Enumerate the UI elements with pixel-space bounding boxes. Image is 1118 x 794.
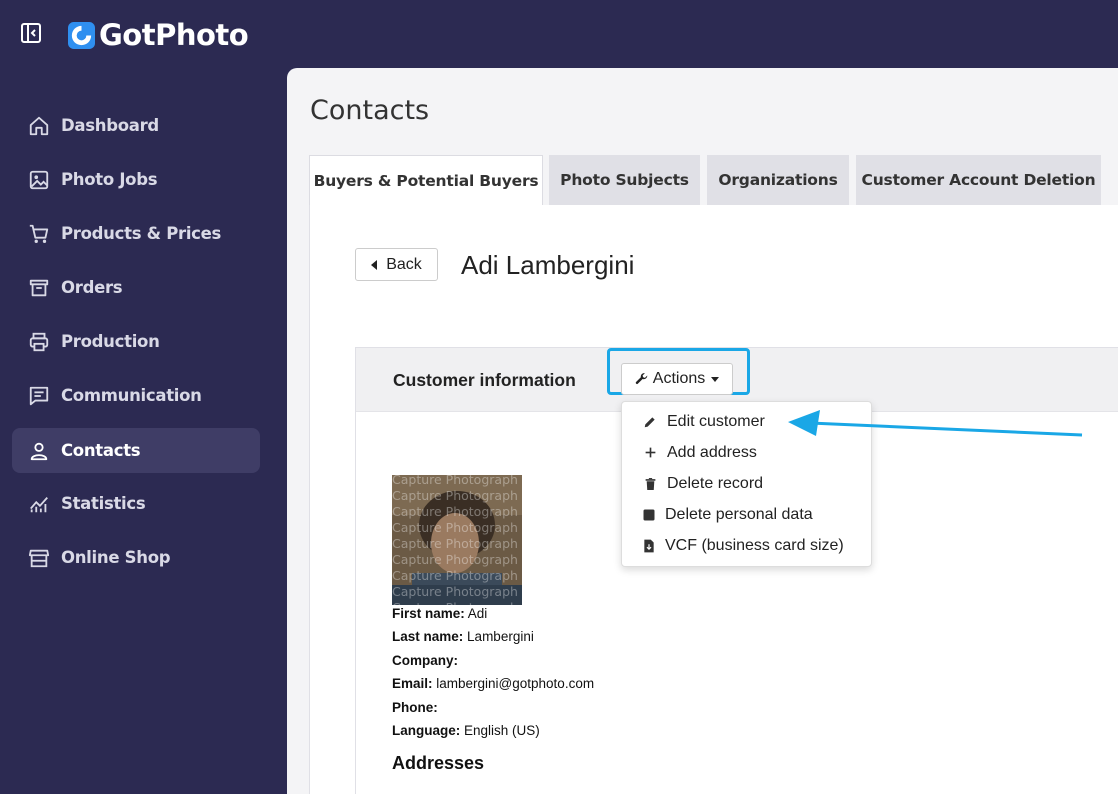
file-download-icon bbox=[641, 538, 657, 554]
page-title: Contacts bbox=[310, 95, 430, 126]
gotphoto-logo[interactable]: GotPhoto bbox=[68, 18, 249, 52]
field-label: Last name: bbox=[392, 629, 464, 644]
sidebar-item-orders[interactable]: Orders bbox=[12, 265, 260, 310]
chart-icon bbox=[27, 492, 51, 516]
logo-mark-icon bbox=[68, 21, 95, 49]
menu-item-delete-personal-data[interactable]: Delete personal data bbox=[622, 499, 871, 530]
sidebar-item-label: Statistics bbox=[61, 494, 146, 513]
store-icon bbox=[27, 546, 51, 570]
menu-item-label: Delete personal data bbox=[665, 505, 813, 523]
sidebar-item-label: Products & Prices bbox=[61, 224, 222, 243]
sidebar-item-label: Production bbox=[61, 332, 160, 351]
customer-photo: Capture Photograph Capture Photograph Ca… bbox=[392, 475, 522, 605]
sidebar-item-online-shop[interactable]: Online Shop bbox=[12, 535, 260, 580]
field-company: Company: bbox=[392, 653, 458, 668]
wrench-icon bbox=[635, 372, 649, 386]
printer-icon bbox=[27, 330, 51, 354]
tab-buyers[interactable]: Buyers & Potential Buyers bbox=[309, 155, 543, 206]
field-value: Adi bbox=[467, 606, 488, 621]
plus-icon bbox=[642, 445, 658, 461]
home-icon bbox=[27, 114, 51, 138]
sidebar-item-products-prices[interactable]: Products & Prices bbox=[12, 211, 260, 256]
field-phone: Phone: bbox=[392, 700, 438, 715]
addresses-heading: Addresses bbox=[392, 753, 485, 773]
sidebar-item-label: Photo Jobs bbox=[61, 170, 158, 189]
customer-name: Adi Lambergini bbox=[461, 250, 635, 280]
menu-item-label: Delete record bbox=[667, 474, 764, 492]
back-button[interactable]: Back bbox=[355, 248, 438, 281]
image-icon bbox=[27, 168, 51, 192]
caret-down-icon bbox=[711, 376, 720, 382]
actions-button-label: Actions bbox=[652, 370, 706, 387]
message-icon bbox=[27, 384, 51, 408]
annotation-arrow-icon bbox=[788, 410, 1083, 437]
field-language: Language: English (US) bbox=[392, 723, 540, 738]
caret-left-icon bbox=[371, 259, 378, 270]
sidebar-item-label: Dashboard bbox=[61, 116, 159, 135]
box-icon bbox=[27, 276, 51, 300]
back-button-label: Back bbox=[386, 255, 422, 273]
field-label: Email: bbox=[392, 676, 433, 691]
tab-organizations[interactable]: Organizations bbox=[707, 155, 849, 205]
cart-icon bbox=[27, 222, 51, 246]
sidebar-collapse-icon[interactable] bbox=[20, 22, 42, 44]
sidebar-item-communication[interactable]: Communication bbox=[12, 373, 260, 418]
trash-icon bbox=[642, 476, 658, 492]
field-first-name: First name: Adi bbox=[392, 606, 487, 621]
sidebar-item-label: Contacts bbox=[61, 441, 141, 460]
field-value: English (US) bbox=[464, 723, 540, 738]
menu-item-vcf[interactable]: VCF (business card size) bbox=[622, 530, 871, 561]
sidebar-item-dashboard[interactable]: Dashboard bbox=[12, 103, 260, 148]
sidebar-item-label: Orders bbox=[61, 278, 123, 297]
field-label: Phone: bbox=[392, 700, 438, 715]
pencil-icon bbox=[642, 414, 658, 430]
sidebar-item-statistics[interactable]: Statistics bbox=[12, 481, 260, 526]
section-title: Customer information bbox=[393, 370, 576, 390]
menu-item-label: Add address bbox=[667, 443, 757, 461]
tab-customer-account-deletion[interactable]: Customer Account Deletion bbox=[856, 155, 1101, 205]
actions-button[interactable]: Actions bbox=[621, 363, 733, 395]
sidebar-item-production[interactable]: Production bbox=[12, 319, 260, 364]
field-email: Email: lambergini@gotphoto.com bbox=[392, 676, 594, 691]
menu-item-label: VCF (business card size) bbox=[665, 536, 844, 554]
field-label: Language: bbox=[392, 723, 461, 738]
field-value: Lambergini bbox=[467, 629, 534, 644]
sidebar-item-label: Communication bbox=[61, 386, 202, 405]
top-bar: GotPhoto bbox=[0, 0, 1118, 66]
field-last-name: Last name: Lambergini bbox=[392, 629, 534, 644]
tab-photo-subjects[interactable]: Photo Subjects bbox=[549, 155, 700, 205]
sidebar-item-label: Online Shop bbox=[61, 548, 171, 567]
field-label: First name: bbox=[392, 606, 465, 621]
logo-text: GotPhoto bbox=[99, 18, 249, 52]
square-icon bbox=[641, 507, 657, 523]
field-label: Company: bbox=[392, 653, 459, 668]
sidebar-item-photo-jobs[interactable]: Photo Jobs bbox=[12, 157, 260, 202]
sidebar-item-contacts[interactable]: Contacts bbox=[12, 428, 260, 473]
menu-item-label: Edit customer bbox=[667, 412, 765, 430]
menu-item-delete-record[interactable]: Delete record bbox=[622, 468, 871, 499]
field-value: lambergini@gotphoto.com bbox=[436, 676, 595, 691]
user-icon bbox=[27, 439, 51, 463]
